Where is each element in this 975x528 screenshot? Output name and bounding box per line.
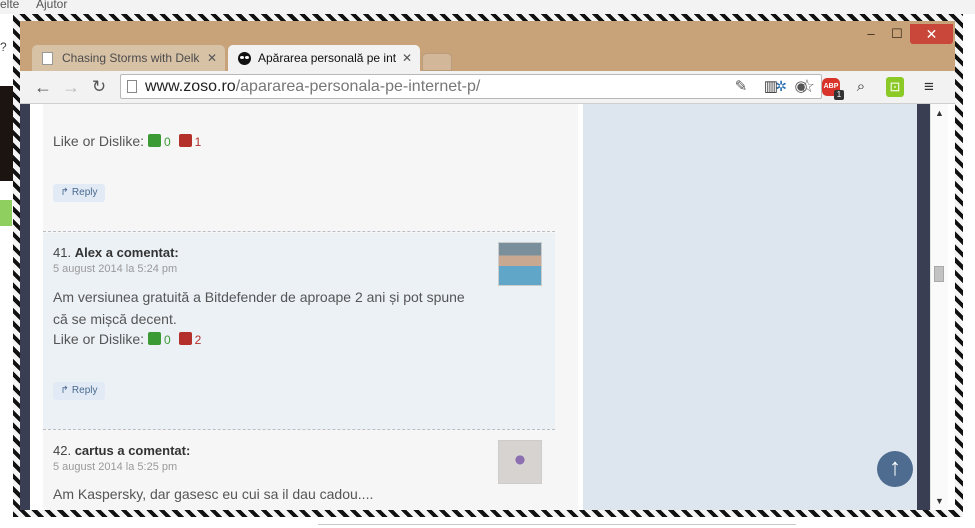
like-dislike: Like or Dislike: 0 2 (53, 331, 201, 347)
comment: Like or Dislike: 0 1 ↱ Reply (43, 104, 555, 231)
reply-button[interactable]: ↱ Reply (53, 184, 105, 202)
background-menu-item[interactable]: elte (0, 0, 19, 10)
background-panel (0, 86, 13, 181)
thumbs-up-icon[interactable] (148, 332, 162, 345)
background-menubar: elte Ajutor (0, 0, 975, 14)
minimize-button[interactable]: – (858, 24, 884, 44)
background-menu-item[interactable]: Ajutor (36, 0, 67, 10)
browser-window: – ☐ ✕ Chasing Storms with Delk ✕ Apărare… (20, 21, 955, 510)
books-extension-icon[interactable]: ▥ (760, 76, 782, 98)
thumbs-down-icon[interactable] (178, 134, 192, 147)
reload-icon[interactable]: ↻ (88, 76, 110, 98)
page-icon (127, 80, 137, 93)
comment-text: Am versiunea gratuită a Bitdefender de a… (53, 289, 465, 327)
tab-label: Chasing Storms with Delk (62, 51, 200, 65)
scroll-down-icon[interactable]: ▼ (931, 496, 948, 506)
comment-suffix: a comentat: (117, 443, 191, 458)
thumbs-down-icon[interactable] (178, 332, 192, 345)
dislike-count: 2 (194, 333, 202, 347)
background-text: ? (0, 40, 7, 54)
comment-number: 42. (53, 443, 72, 458)
alien-icon (238, 52, 251, 65)
scroll-to-top-icon[interactable]: ↑ (877, 451, 913, 487)
film-extension-icon[interactable]: ◉ (790, 76, 812, 98)
scroll-up-icon[interactable]: ▲ (931, 108, 948, 118)
comment-number: 41. (53, 245, 72, 260)
comment: 41. Alex a comentat: 5 august 2014 la 5:… (43, 233, 555, 429)
tab-chasing-storms[interactable]: Chasing Storms with Delk ✕ (32, 45, 225, 71)
like-label: Like or Dislike: (53, 331, 145, 347)
comments-column: Like or Dislike: 0 1 ↱ Reply 41. Alex a co… (43, 104, 578, 510)
like-count: 0 (164, 135, 171, 149)
scrollbar-thumb[interactable] (934, 266, 944, 282)
page-gutter (30, 104, 43, 510)
browser-toolbar: ← → ↻ www.zoso.ro/apararea-personala-pe-… (20, 71, 955, 104)
background-button (0, 200, 12, 226)
lock-extension-icon[interactable]: ⊡ (886, 77, 904, 97)
comment-suffix: a comentat: (105, 245, 179, 260)
reply-arrow-icon: ↱ (60, 187, 69, 198)
comment-text: Am Kaspersky, dar gasesc eu cui sa il da… (53, 486, 374, 502)
reply-label: Reply (71, 385, 98, 396)
background-divider (318, 524, 796, 525)
url-text[interactable]: www.zoso.ro/apararea-personala-pe-intern… (145, 78, 480, 96)
comment-author[interactable]: Alex (75, 245, 102, 260)
dislike-count: 1 (194, 135, 202, 149)
comment-header: 41. Alex a comentat: (53, 245, 179, 260)
tab-label: Apărarea personală pe int (258, 51, 397, 65)
thumbs-up-icon[interactable] (148, 134, 162, 147)
page-icon (42, 52, 53, 65)
reply-arrow-icon: ↱ (60, 385, 69, 396)
comment-divider (43, 429, 555, 430)
page-viewport: Like or Dislike: 0 1 ↱ Reply 41. Alex a co… (20, 104, 955, 510)
adblock-badge: 1 (834, 90, 844, 100)
adblock-icon[interactable]: ABP 1 (820, 76, 844, 100)
tab-close-icon[interactable]: ✕ (402, 45, 412, 71)
comment-header: 42. cartus a comentat: (53, 443, 190, 458)
comment-divider (43, 231, 555, 232)
page-left-border (20, 104, 30, 510)
comment-date[interactable]: 5 august 2014 la 5:24 pm (53, 263, 177, 275)
close-window-button[interactable]: ✕ (910, 24, 953, 44)
search-icon[interactable]: ⌕ (850, 76, 872, 98)
maximize-button[interactable]: ☐ (884, 24, 910, 44)
page-right-border (917, 104, 930, 510)
forward-arrow-icon[interactable]: → (60, 76, 82, 98)
new-tab-button[interactable] (422, 53, 452, 71)
tab-aparare-personala[interactable]: Apărarea personală pe int ✕ (228, 45, 420, 71)
comment: 42. cartus a comentat: 5 august 2014 la … (43, 431, 555, 510)
reply-label: Reply (71, 187, 98, 198)
url-domain: www.zoso.ro (145, 78, 236, 95)
comment-author[interactable]: cartus (75, 443, 114, 458)
like-count: 0 (164, 333, 171, 347)
menu-icon[interactable]: ≡ (918, 76, 940, 98)
avatar (498, 440, 542, 484)
comment-date[interactable]: 5 august 2014 la 5:25 pm (53, 461, 177, 473)
address-bar[interactable]: www.zoso.ro/apararea-personala-pe-intern… (120, 74, 822, 99)
sidebar (583, 104, 917, 510)
pen-extension-icon[interactable]: ✎ (730, 76, 752, 98)
tab-close-icon[interactable]: ✕ (207, 45, 217, 71)
scrollbar[interactable]: ▲ ▼ (930, 104, 948, 510)
url-path: /apararea-personala-pe-internet-p/ (235, 78, 481, 95)
back-arrow-icon[interactable]: ← (32, 76, 54, 98)
like-dislike: Like or Dislike: 0 1 (53, 133, 201, 149)
reply-button[interactable]: ↱ Reply (53, 382, 105, 400)
avatar (498, 242, 542, 286)
like-label: Like or Dislike: (53, 133, 145, 149)
